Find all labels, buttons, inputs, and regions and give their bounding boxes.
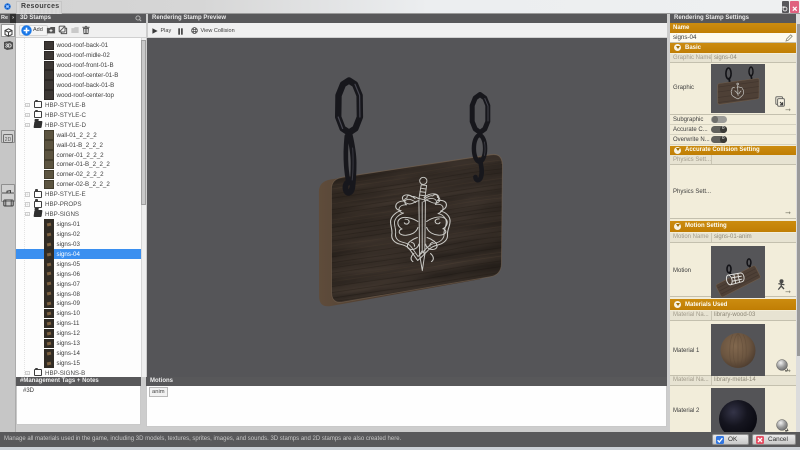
svg-text:2D: 2D bbox=[5, 136, 12, 142]
svg-text:3D: 3D bbox=[5, 43, 12, 49]
